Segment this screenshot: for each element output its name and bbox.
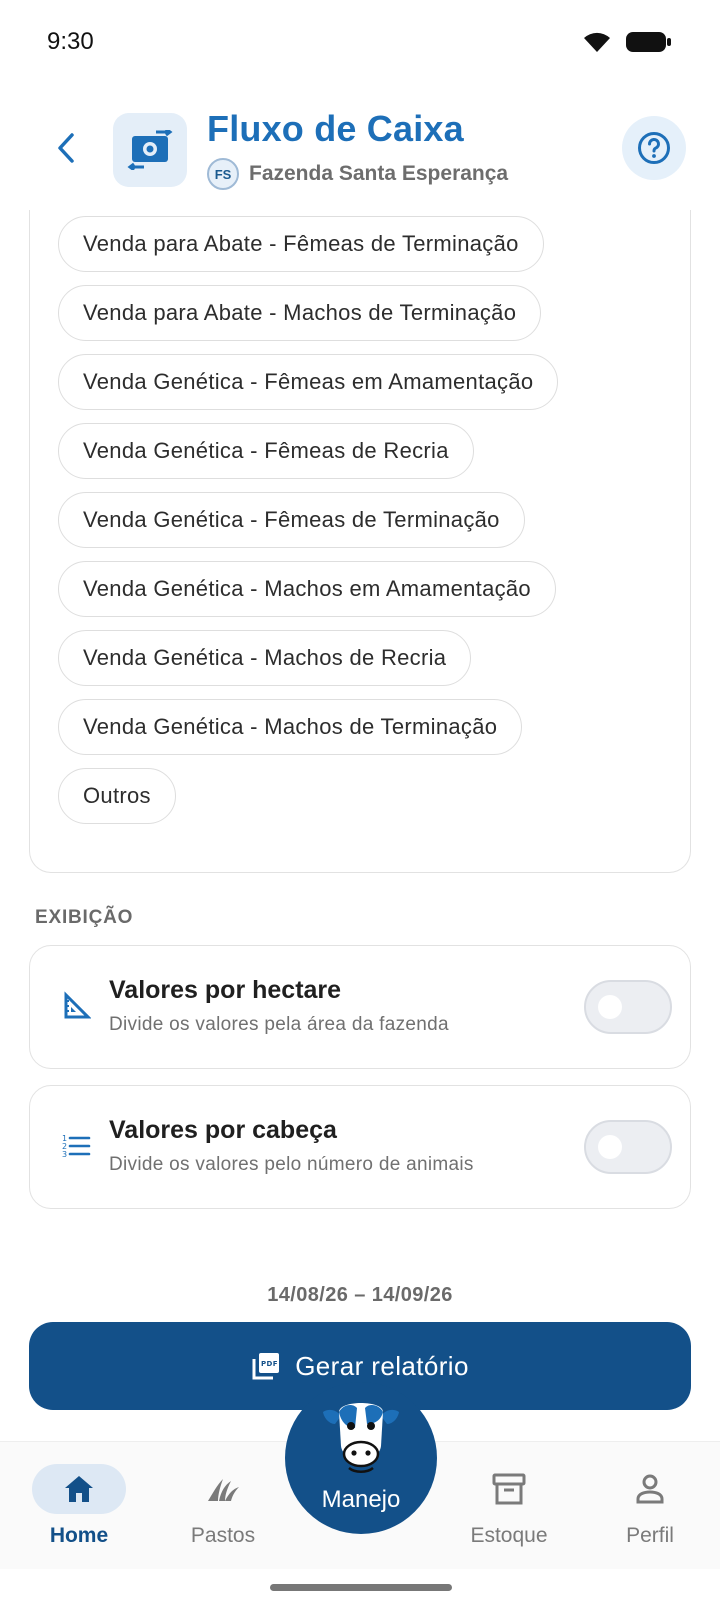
- cabeca-toggle-switch[interactable]: [584, 1120, 672, 1174]
- category-card: Venda para Abate - Fêmeas de Terminação V…: [29, 190, 691, 873]
- switch-knob: [598, 995, 622, 1019]
- cash-flow-app-icon: [113, 113, 187, 187]
- nav-pill: [462, 1464, 556, 1514]
- svg-text:3: 3: [62, 1150, 67, 1159]
- help-icon: [638, 132, 670, 164]
- category-chip[interactable]: Venda Genética - Fêmeas em Amamentação: [58, 354, 559, 410]
- category-chip[interactable]: Venda Genética - Machos em Amamentação: [58, 561, 556, 617]
- svg-text:PDF: PDF: [261, 1360, 278, 1368]
- nav-item-home[interactable]: Home: [19, 1442, 139, 1570]
- back-button[interactable]: [44, 126, 88, 170]
- nav-pill: [32, 1464, 126, 1514]
- section-label-display: EXIBIÇÃO: [35, 907, 134, 928]
- nav-label: Perfil: [626, 1524, 674, 1547]
- toggle-title: Valores por hectare: [109, 976, 342, 1004]
- manejo-label: Manejo: [321, 1486, 401, 1513]
- farm-avatar: FS: [207, 158, 239, 190]
- battery-icon: [626, 32, 671, 52]
- toggle-description: Divide os valores pelo número de animais: [109, 1154, 474, 1175]
- nav-pill: [176, 1464, 270, 1514]
- help-button[interactable]: [622, 116, 686, 180]
- farm-name: Fazenda Santa Esperança: [249, 162, 509, 185]
- wifi-icon: [584, 32, 610, 52]
- toggle-card-cabeca: 1 2 3 Valores por cabeça Divide os valor…: [29, 1085, 691, 1209]
- home-indicator: [270, 1584, 452, 1591]
- archive-icon: [492, 1473, 526, 1505]
- grass-icon: [208, 1479, 239, 1501]
- manejo-fab-button[interactable]: Manejo: [285, 1382, 437, 1534]
- nav-item-estoque[interactable]: Estoque: [449, 1442, 569, 1570]
- home-icon: [65, 1476, 93, 1502]
- cow-icon: [323, 1403, 399, 1473]
- ruler-icon: [58, 988, 94, 1024]
- toggle-description: Divide os valores pela área da fazenda: [109, 1014, 449, 1035]
- category-chip[interactable]: Outros: [58, 768, 176, 824]
- category-chip[interactable]: Venda Genética - Machos de Recria: [58, 630, 472, 686]
- status-icons: [582, 30, 672, 54]
- nav-pill: [603, 1464, 697, 1514]
- page-title: Fluxo de Caixa: [207, 108, 464, 149]
- farm-selector[interactable]: FS Fazenda Santa Esperança: [207, 158, 508, 190]
- nav-item-perfil[interactable]: Perfil: [590, 1442, 710, 1570]
- nav-item-pastos[interactable]: Pastos: [163, 1442, 283, 1570]
- category-chip[interactable]: Venda Genética - Machos de Terminação: [58, 699, 523, 755]
- person-icon: [636, 1474, 664, 1504]
- category-chip[interactable]: Venda para Abate - Fêmeas de Terminação: [58, 216, 544, 272]
- toggle-title: Valores por cabeça: [109, 1116, 337, 1144]
- money-exchange-icon: [127, 130, 173, 170]
- category-chip[interactable]: Venda Genética - Fêmeas de Terminação: [58, 492, 525, 548]
- status-bar: 9:30: [0, 0, 720, 86]
- pdf-icon: PDF: [252, 1353, 280, 1380]
- category-chip[interactable]: Venda Genética - Fêmeas de Recria: [58, 423, 474, 479]
- category-chip[interactable]: Venda para Abate - Machos de Terminação: [58, 285, 542, 341]
- chevron-left-icon: [58, 133, 74, 163]
- app-header: Fluxo de Caixa FS Fazenda Santa Esperanç…: [0, 86, 720, 210]
- status-time: 9:30: [47, 28, 94, 55]
- toggle-card-hectare: Valores por hectare Divide os valores pe…: [29, 945, 691, 1069]
- date-range: 14/08/26 – 14/09/26: [267, 1284, 453, 1306]
- switch-knob: [598, 1135, 622, 1159]
- nav-label: Home: [49, 1524, 109, 1547]
- nav-label: Pastos: [190, 1524, 256, 1547]
- numbered-list-icon: 1 2 3: [58, 1128, 94, 1164]
- nav-label: Estoque: [470, 1524, 548, 1547]
- generate-report-label: Gerar relatório: [295, 1350, 469, 1381]
- hectare-toggle-switch[interactable]: [584, 980, 672, 1034]
